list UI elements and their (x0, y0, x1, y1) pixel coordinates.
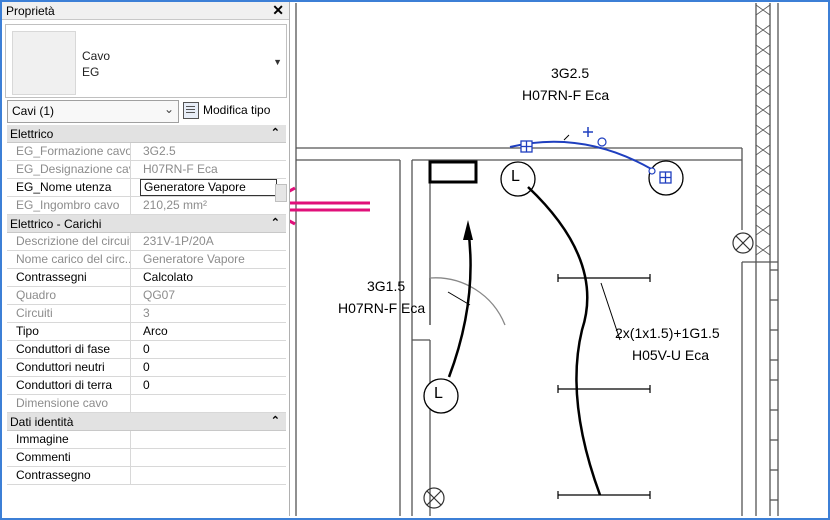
property-value[interactable] (140, 449, 280, 466)
property-name: Descrizione del circuito (7, 233, 131, 250)
property-value[interactable]: 231V-1P/20A (140, 233, 280, 250)
dropdown-arrow-icon[interactable]: ▼ (273, 57, 282, 67)
cable-tag-right-formation[interactable]: 2x(1x1.5)+1G1.5 (615, 325, 720, 341)
outlet-letter-bottom: L (434, 385, 443, 402)
property-name: Contrassegni (7, 269, 131, 286)
scrollbar-thumb[interactable] (275, 184, 287, 202)
property-name: Commenti (7, 449, 131, 466)
property-row[interactable]: Conduttori di fase 0 (7, 341, 286, 359)
property-name: Conduttori di fase (7, 341, 131, 358)
property-name: Circuiti (7, 305, 131, 322)
properties-title-bar: Proprietà ✕ (2, 2, 289, 20)
property-name: EG_Designazione cavo (7, 161, 131, 178)
property-name: EG_Nome utenza (7, 179, 131, 196)
leader-top (563, 134, 570, 141)
property-row[interactable]: Tipo Arco (7, 323, 286, 341)
property-row[interactable]: Commenti (7, 449, 286, 467)
device-rectangle (428, 160, 478, 184)
property-row[interactable]: Circuiti 3 (7, 305, 286, 323)
cables (447, 186, 602, 496)
property-name: Dimensione cavo (7, 395, 131, 412)
instance-filter-value: Cavi (1) (12, 104, 55, 118)
wall-hatch (755, 4, 771, 256)
cable-tag-left-formation[interactable]: 3G1.5 (367, 278, 405, 294)
property-value-input[interactable]: Generatore Vapore (140, 179, 277, 196)
property-value[interactable]: 0 (140, 359, 280, 376)
type-preview-image (12, 31, 76, 95)
chevron-down-icon[interactable]: ⌄ (164, 102, 174, 116)
property-value[interactable] (140, 467, 280, 484)
property-value[interactable] (140, 395, 280, 412)
property-value[interactable]: 210,25 mm² (140, 197, 280, 214)
walls (295, 3, 779, 516)
collapse-icon[interactable]: ⌃ (271, 216, 280, 229)
property-row[interactable]: Immagine (7, 431, 286, 449)
property-value[interactable]: 3G2.5 (140, 143, 280, 160)
property-name: Nome carico del circ... (7, 251, 131, 268)
property-name: EG_Ingombro cavo (7, 197, 131, 214)
property-name: Tipo (7, 323, 131, 340)
property-row[interactable]: Contrassegno (7, 467, 286, 485)
edit-type-label: Modifica tipo (203, 103, 271, 117)
panel-title: Proprietà (6, 4, 55, 18)
property-row[interactable]: Conduttori di terra 0 (7, 377, 286, 395)
property-name: Conduttori di terra (7, 377, 131, 394)
section-header-elettrico[interactable]: Elettrico ⌃ (7, 125, 286, 143)
cable-ticks (557, 274, 651, 499)
property-row[interactable]: Quadro QG07 (7, 287, 286, 305)
edit-type-icon (183, 102, 199, 119)
property-value[interactable]: 3 (140, 305, 280, 322)
property-value[interactable] (140, 431, 280, 448)
section-header-dati-identita[interactable]: Dati identità ⌃ (7, 413, 286, 431)
section-title: Elettrico (10, 127, 54, 141)
type-family-name: Cavo (82, 49, 111, 63)
outlet-symbols (423, 161, 536, 414)
properties-grid: Elettrico ⌃ EG_Formazione cavo 3G2.5 EG_… (7, 125, 286, 485)
property-value[interactable]: 0 (140, 341, 280, 358)
property-row[interactable]: Descrizione del circuito 231V-1P/20A (7, 233, 286, 251)
selected-cable (509, 127, 684, 196)
property-name: Conduttori neutri (7, 359, 131, 376)
property-value[interactable]: Calcolato (140, 269, 280, 286)
property-name: Contrassegno (7, 467, 131, 484)
cable-tag-left-designation[interactable]: H07RN-F Eca (338, 300, 425, 316)
cable-tag-top-designation[interactable]: H07RN-F Eca (522, 87, 609, 103)
leader-left (447, 291, 471, 306)
property-row[interactable]: Contrassegni Calcolato (7, 269, 286, 287)
collapse-icon[interactable]: ⌃ (271, 414, 280, 427)
type-selector[interactable]: Cavo EG ▼ (5, 24, 287, 98)
property-name: Immagine (7, 431, 131, 448)
outlet-letter-top: L (511, 168, 520, 185)
property-value[interactable]: H07RN-F Eca (140, 161, 280, 178)
cable-tag-right-designation[interactable]: H05V-U Eca (632, 347, 709, 363)
property-name: Quadro (7, 287, 131, 304)
property-value[interactable]: 0 (140, 377, 280, 394)
close-icon[interactable]: ✕ (272, 2, 284, 19)
section-title: Elettrico - Carichi (10, 217, 102, 231)
lamp-symbols (423, 232, 754, 509)
section-title: Dati identità (10, 415, 74, 429)
edit-type-button[interactable]: Modifica tipo (181, 100, 285, 121)
property-row[interactable]: EG_Formazione cavo 3G2.5 (7, 143, 286, 161)
property-value[interactable]: Arco (140, 323, 280, 340)
cable-arrowhead (463, 220, 473, 240)
property-value[interactable]: Generatore Vapore (140, 251, 280, 268)
property-row[interactable]: Dimensione cavo (7, 395, 286, 413)
property-value[interactable]: QG07 (140, 287, 280, 304)
cable-tag-top-formation[interactable]: 3G2.5 (551, 65, 589, 81)
properties-panel: Proprietà ✕ Cavo EG ▼ Cavi (1) ⌄ Modific… (2, 2, 290, 516)
property-row[interactable]: EG_Nome utenza Generatore Vapore (7, 179, 286, 197)
property-row[interactable]: Nome carico del circ... Generatore Vapor… (7, 251, 286, 269)
property-name: EG_Formazione cavo (7, 143, 131, 160)
collapse-icon[interactable]: ⌃ (271, 126, 280, 139)
property-row[interactable]: EG_Designazione cavo H07RN-F Eca (7, 161, 286, 179)
type-name: EG (82, 65, 100, 79)
instance-filter-dropdown[interactable]: Cavi (1) ⌄ (7, 100, 179, 123)
property-row[interactable]: EG_Ingombro cavo 210,25 mm² (7, 197, 286, 215)
property-row[interactable]: Conduttori neutri 0 (7, 359, 286, 377)
section-header-elettrico-carichi[interactable]: Elettrico - Carichi ⌃ (7, 215, 286, 233)
